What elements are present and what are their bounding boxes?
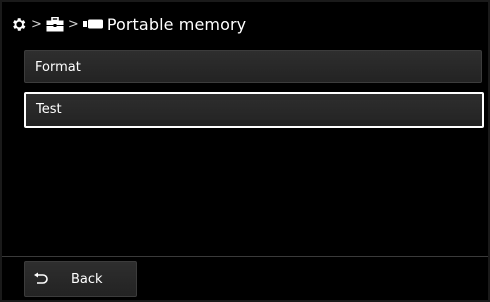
menu-item-test[interactable]: Test	[24, 92, 484, 128]
breadcrumb-separator: >	[31, 16, 42, 32]
back-button[interactable]: Back	[24, 261, 137, 297]
toolbox-icon[interactable]	[46, 16, 64, 32]
memory-stick-icon	[82, 18, 103, 30]
page-title: Portable memory	[106, 14, 247, 34]
return-arrow-icon	[33, 272, 53, 286]
breadcrumb-separator: >	[67, 16, 79, 32]
breadcrumb: > > Portable memory	[2, 2, 488, 46]
gear-icon[interactable]	[10, 16, 27, 33]
back-label: Back	[71, 271, 103, 287]
menu-item-format[interactable]: Format	[24, 50, 482, 83]
footer-bar: Back	[2, 256, 488, 300]
screen: > > Portable memory Format Test Back	[0, 0, 490, 302]
